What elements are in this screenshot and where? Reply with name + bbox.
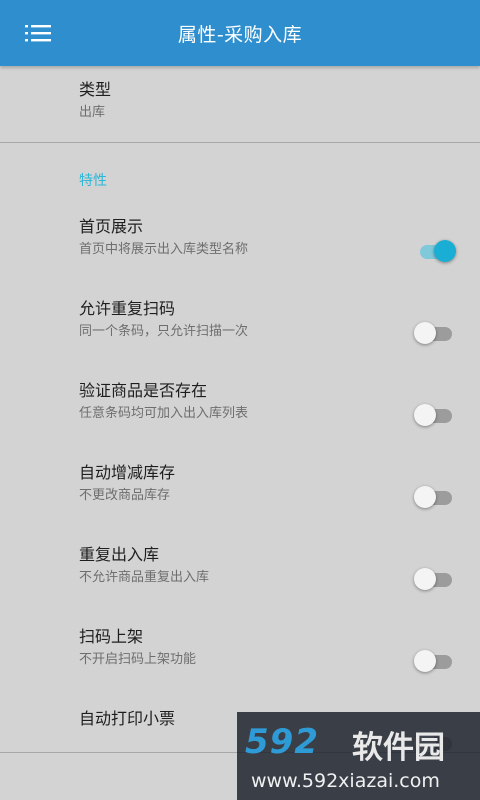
setting-row[interactable]: 验证商品是否存在任意条码均可加入出入库列表 bbox=[0, 380, 480, 462]
toggle-thumb bbox=[414, 322, 436, 344]
toggle-thumb bbox=[414, 486, 436, 508]
setting-row[interactable]: 扫码上架不开启扫码上架功能 bbox=[0, 626, 480, 708]
setting-row[interactable]: 允许重复扫码同一个条码，只允许扫描一次 bbox=[0, 298, 480, 380]
toggle-switch[interactable] bbox=[414, 484, 454, 512]
setting-row[interactable]: 自动增减库存不更改商品库存 bbox=[0, 462, 480, 544]
setting-title: 扫码上架 bbox=[79, 627, 144, 646]
watermark: 592 软件园 www.592xiazai.com bbox=[237, 712, 480, 800]
app-bar: 属性-采购入库 bbox=[0, 0, 480, 66]
setting-row[interactable]: 首页展示首页中将展示出入库类型名称 bbox=[0, 216, 480, 298]
setting-subtitle: 首页中将展示出入库类型名称 bbox=[79, 242, 249, 257]
setting-title: 自动增减库存 bbox=[79, 463, 176, 482]
toggle-thumb bbox=[414, 568, 436, 590]
type-value: 出库 bbox=[79, 105, 106, 120]
setting-texts: 允许重复扫码同一个条码，只允许扫描一次 bbox=[79, 298, 248, 342]
watermark-url: www.592xiazai.com bbox=[251, 770, 440, 792]
setting-subtitle: 不允许商品重复出入库 bbox=[79, 570, 210, 585]
setting-texts: 自动打印小票 bbox=[79, 708, 175, 730]
setting-subtitle: 同一个条码，只允许扫描一次 bbox=[79, 324, 249, 339]
toggle-thumb bbox=[414, 404, 436, 426]
toggle-thumb bbox=[434, 240, 456, 262]
menu-button[interactable] bbox=[18, 16, 58, 50]
setting-title: 允许重复扫码 bbox=[79, 299, 176, 318]
section-header-features: 特性 bbox=[79, 173, 107, 189]
setting-subtitle: 任意条码均可加入出入库列表 bbox=[79, 406, 249, 421]
setting-subtitle: 不更改商品库存 bbox=[79, 488, 171, 503]
toggle-switch[interactable] bbox=[414, 402, 454, 430]
type-setting-row[interactable]: 类型 出库 bbox=[0, 66, 480, 142]
toggle-switch[interactable] bbox=[414, 566, 454, 594]
divider bbox=[0, 142, 480, 143]
toggle-thumb bbox=[414, 650, 436, 672]
setting-title: 首页展示 bbox=[79, 217, 144, 236]
setting-texts: 首页展示首页中将展示出入库类型名称 bbox=[79, 216, 248, 260]
toggle-switch[interactable] bbox=[414, 238, 456, 266]
setting-subtitle: 不开启扫码上架功能 bbox=[79, 652, 197, 667]
setting-texts: 扫码上架不开启扫码上架功能 bbox=[79, 626, 196, 670]
settings-content: 类型 出库 特性 首页展示首页中将展示出入库类型名称允许重复扫码同一个条码，只允… bbox=[0, 66, 480, 800]
setting-title: 自动打印小票 bbox=[79, 709, 176, 728]
setting-texts: 验证商品是否存在任意条码均可加入出入库列表 bbox=[79, 380, 248, 424]
type-label: 类型 bbox=[79, 80, 112, 99]
setting-texts: 自动增减库存不更改商品库存 bbox=[79, 462, 175, 506]
toggle-switch[interactable] bbox=[414, 320, 454, 348]
toggle-switch[interactable] bbox=[414, 648, 454, 676]
hamburger-menu-icon bbox=[25, 25, 51, 42]
watermark-logo: 592 bbox=[245, 722, 319, 762]
setting-row[interactable]: 重复出入库不允许商品重复出入库 bbox=[0, 544, 480, 626]
watermark-name: 软件园 bbox=[352, 730, 445, 766]
setting-texts: 重复出入库不允许商品重复出入库 bbox=[79, 544, 209, 588]
page-title: 属性-采购入库 bbox=[177, 23, 303, 46]
setting-title: 验证商品是否存在 bbox=[79, 381, 208, 400]
setting-title: 重复出入库 bbox=[79, 545, 160, 564]
